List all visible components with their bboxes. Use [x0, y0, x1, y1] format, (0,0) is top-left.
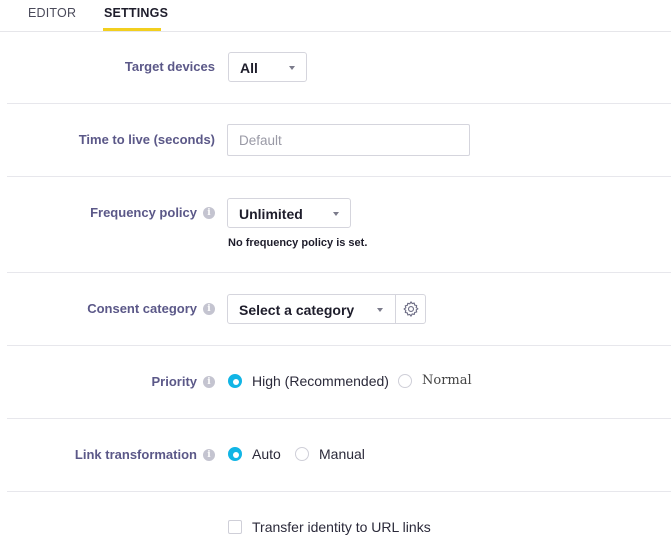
- priority-normal-label: Normal: [422, 373, 472, 388]
- radio-selected-icon: [228, 447, 242, 461]
- priority-normal-radio[interactable]: Normal: [398, 373, 472, 388]
- consent-category-select[interactable]: Select a category: [227, 294, 396, 324]
- divider: [7, 272, 671, 273]
- priority-high-label: High (Recommended): [252, 373, 389, 389]
- transfer-identity-checkbox[interactable]: Transfer identity to URL links: [228, 519, 431, 535]
- consent-category-label: Consent category i: [87, 301, 215, 316]
- divider: [7, 176, 671, 177]
- consent-category-value: Select a category: [239, 302, 355, 318]
- chevron-down-icon: [289, 66, 295, 70]
- consent-settings-button[interactable]: [395, 294, 426, 324]
- info-icon[interactable]: i: [203, 448, 215, 461]
- checkbox-unchecked-icon: [228, 520, 242, 534]
- info-icon[interactable]: i: [203, 302, 215, 315]
- target-devices-label: Target devices: [125, 59, 215, 74]
- frequency-policy-label: Frequency policy i: [90, 205, 215, 220]
- time-to-live-label-text: Time to live (seconds): [78, 132, 215, 147]
- chevron-down-icon: [377, 308, 383, 312]
- radio-unselected-icon: [295, 447, 309, 461]
- priority-high-radio[interactable]: High (Recommended): [228, 373, 389, 389]
- priority-label-text: Priority: [151, 374, 197, 389]
- frequency-policy-value: Unlimited: [239, 206, 303, 222]
- info-icon[interactable]: i: [203, 375, 215, 388]
- target-devices-value: All: [240, 60, 258, 76]
- radio-selected-icon: [228, 374, 242, 388]
- tab-editor[interactable]: EDITOR: [28, 6, 76, 20]
- chevron-down-icon: [333, 212, 339, 216]
- frequency-policy-helper-text: No frequency policy is set.: [228, 237, 368, 249]
- transfer-identity-label: Transfer identity to URL links: [252, 519, 431, 535]
- info-icon[interactable]: i: [203, 206, 215, 219]
- link-transformation-label-text: Link transformation: [74, 447, 197, 462]
- link-transformation-auto-label: Auto: [252, 446, 281, 462]
- divider: [7, 491, 671, 492]
- consent-category-label-text: Consent category: [87, 301, 197, 316]
- priority-label: Priority i: [151, 374, 215, 389]
- radio-unselected-icon: [398, 373, 412, 388]
- active-tab-indicator: [103, 28, 161, 31]
- link-transformation-label: Link transformation i: [75, 447, 215, 462]
- divider: [7, 418, 671, 419]
- divider: [7, 103, 671, 104]
- divider: [7, 345, 671, 346]
- frequency-policy-label-text: Frequency policy: [90, 205, 197, 220]
- frequency-policy-select[interactable]: Unlimited: [227, 198, 351, 228]
- time-to-live-input[interactable]: [227, 124, 470, 156]
- tab-settings[interactable]: SETTINGS: [104, 6, 168, 20]
- time-to-live-label: Time to live (seconds): [79, 132, 215, 147]
- link-transformation-auto-radio[interactable]: Auto: [228, 446, 281, 462]
- link-transformation-manual-label: Manual: [319, 446, 365, 462]
- target-devices-label-text: Target devices: [124, 59, 215, 74]
- tab-bar: EDITOR SETTINGS: [0, 0, 671, 32]
- gear-icon: [403, 301, 418, 317]
- link-transformation-manual-radio[interactable]: Manual: [295, 446, 365, 462]
- target-devices-select[interactable]: All: [228, 52, 307, 82]
